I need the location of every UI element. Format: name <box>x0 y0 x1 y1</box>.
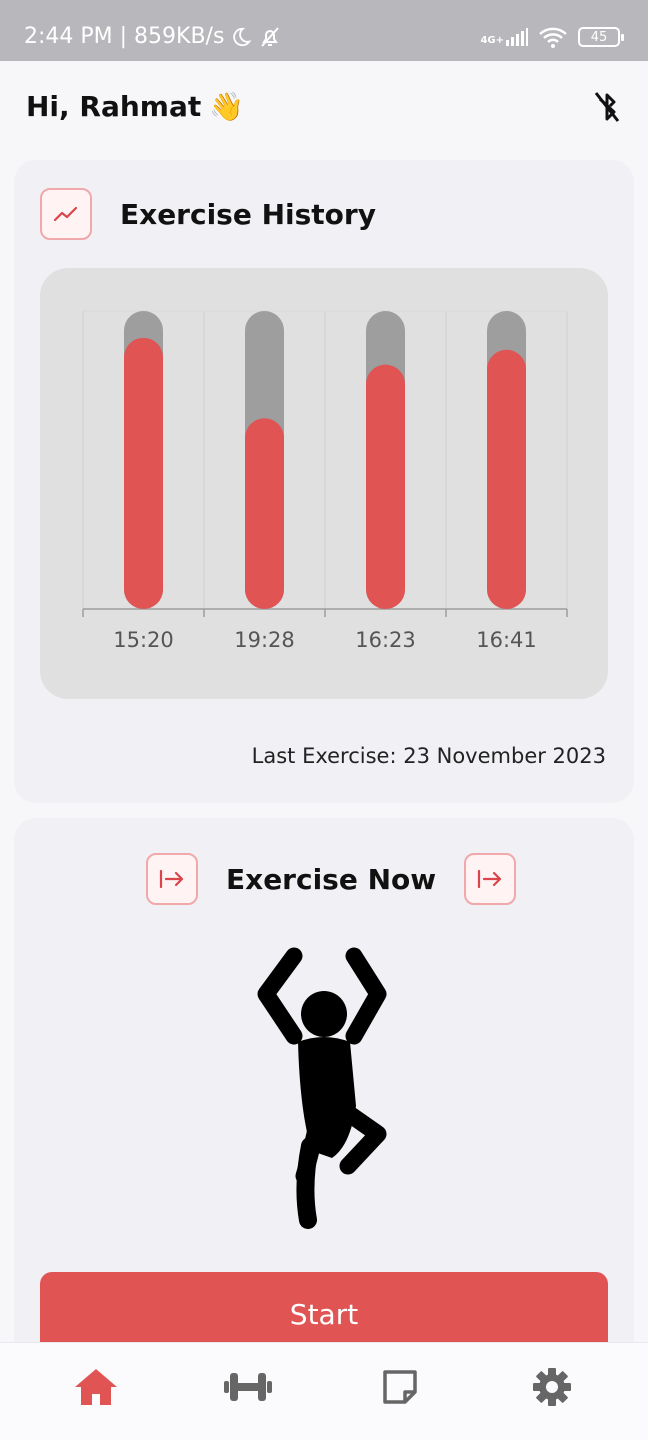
wifi-icon <box>539 27 567 48</box>
status-right: 4G+ 45 <box>480 26 624 48</box>
status-time-speed: 2:44 PM | 859KB/s <box>24 24 225 49</box>
history-chart-svg: 15:20 19:28 16:23 16:41 <box>82 310 568 652</box>
status-left: 2:44 PM | 859KB/s <box>24 24 282 49</box>
x-tick-label: 19:28 <box>234 628 295 652</box>
moon-icon <box>233 27 252 46</box>
bar <box>124 337 163 609</box>
nav-home[interactable] <box>66 1357 126 1417</box>
history-title: Exercise History <box>120 197 376 231</box>
history-header: Exercise History <box>40 188 376 240</box>
bluetooth-off-icon[interactable] <box>592 90 622 124</box>
tree-pose-person-icon <box>257 947 387 1229</box>
bar <box>366 364 405 609</box>
status-bar: 2:44 PM | 859KB/s 4G+ 45 <box>0 0 648 61</box>
greeting-text: Hi, Rahmat <box>26 90 202 123</box>
x-tick-label: 16:41 <box>476 628 537 652</box>
bar <box>487 349 526 609</box>
trend-chart-icon <box>40 188 92 240</box>
x-tick-label: 16:23 <box>355 628 416 652</box>
nav-exercise[interactable] <box>218 1357 278 1417</box>
dumbbell-icon <box>224 1372 272 1401</box>
greeting: Hi, Rahmat 👋 <box>26 90 244 123</box>
note-icon <box>383 1369 417 1404</box>
nav-notes[interactable] <box>370 1357 430 1417</box>
battery-level: 45 <box>590 29 608 45</box>
gear-icon <box>533 1367 571 1406</box>
arrow-right-to-bar-icon <box>464 853 517 905</box>
bottom-nav <box>0 1342 648 1440</box>
nav-settings[interactable] <box>522 1357 582 1417</box>
signal-icon: 4G+ <box>480 28 528 46</box>
x-tick-label: 15:20 <box>113 628 174 652</box>
bar <box>245 418 284 609</box>
exercise-now-header: Exercise Now <box>146 853 517 905</box>
last-exercise-date: Last Exercise: 23 November 2023 <box>251 744 606 768</box>
bell-off-icon <box>261 26 280 47</box>
history-chart: 15:20 19:28 16:23 16:41 <box>40 268 608 699</box>
network-type: 4G+ <box>480 35 504 46</box>
home-icon <box>75 1368 117 1405</box>
exercise-history-card: Exercise History 15:20 19:28 16:23 16:41 La… <box>14 160 634 803</box>
battery-icon: 45 <box>578 27 624 47</box>
exercise-now-title: Exercise Now <box>226 862 437 896</box>
wave-emoji: 👋 <box>209 90 245 123</box>
arrow-right-to-bar-icon <box>146 853 198 905</box>
